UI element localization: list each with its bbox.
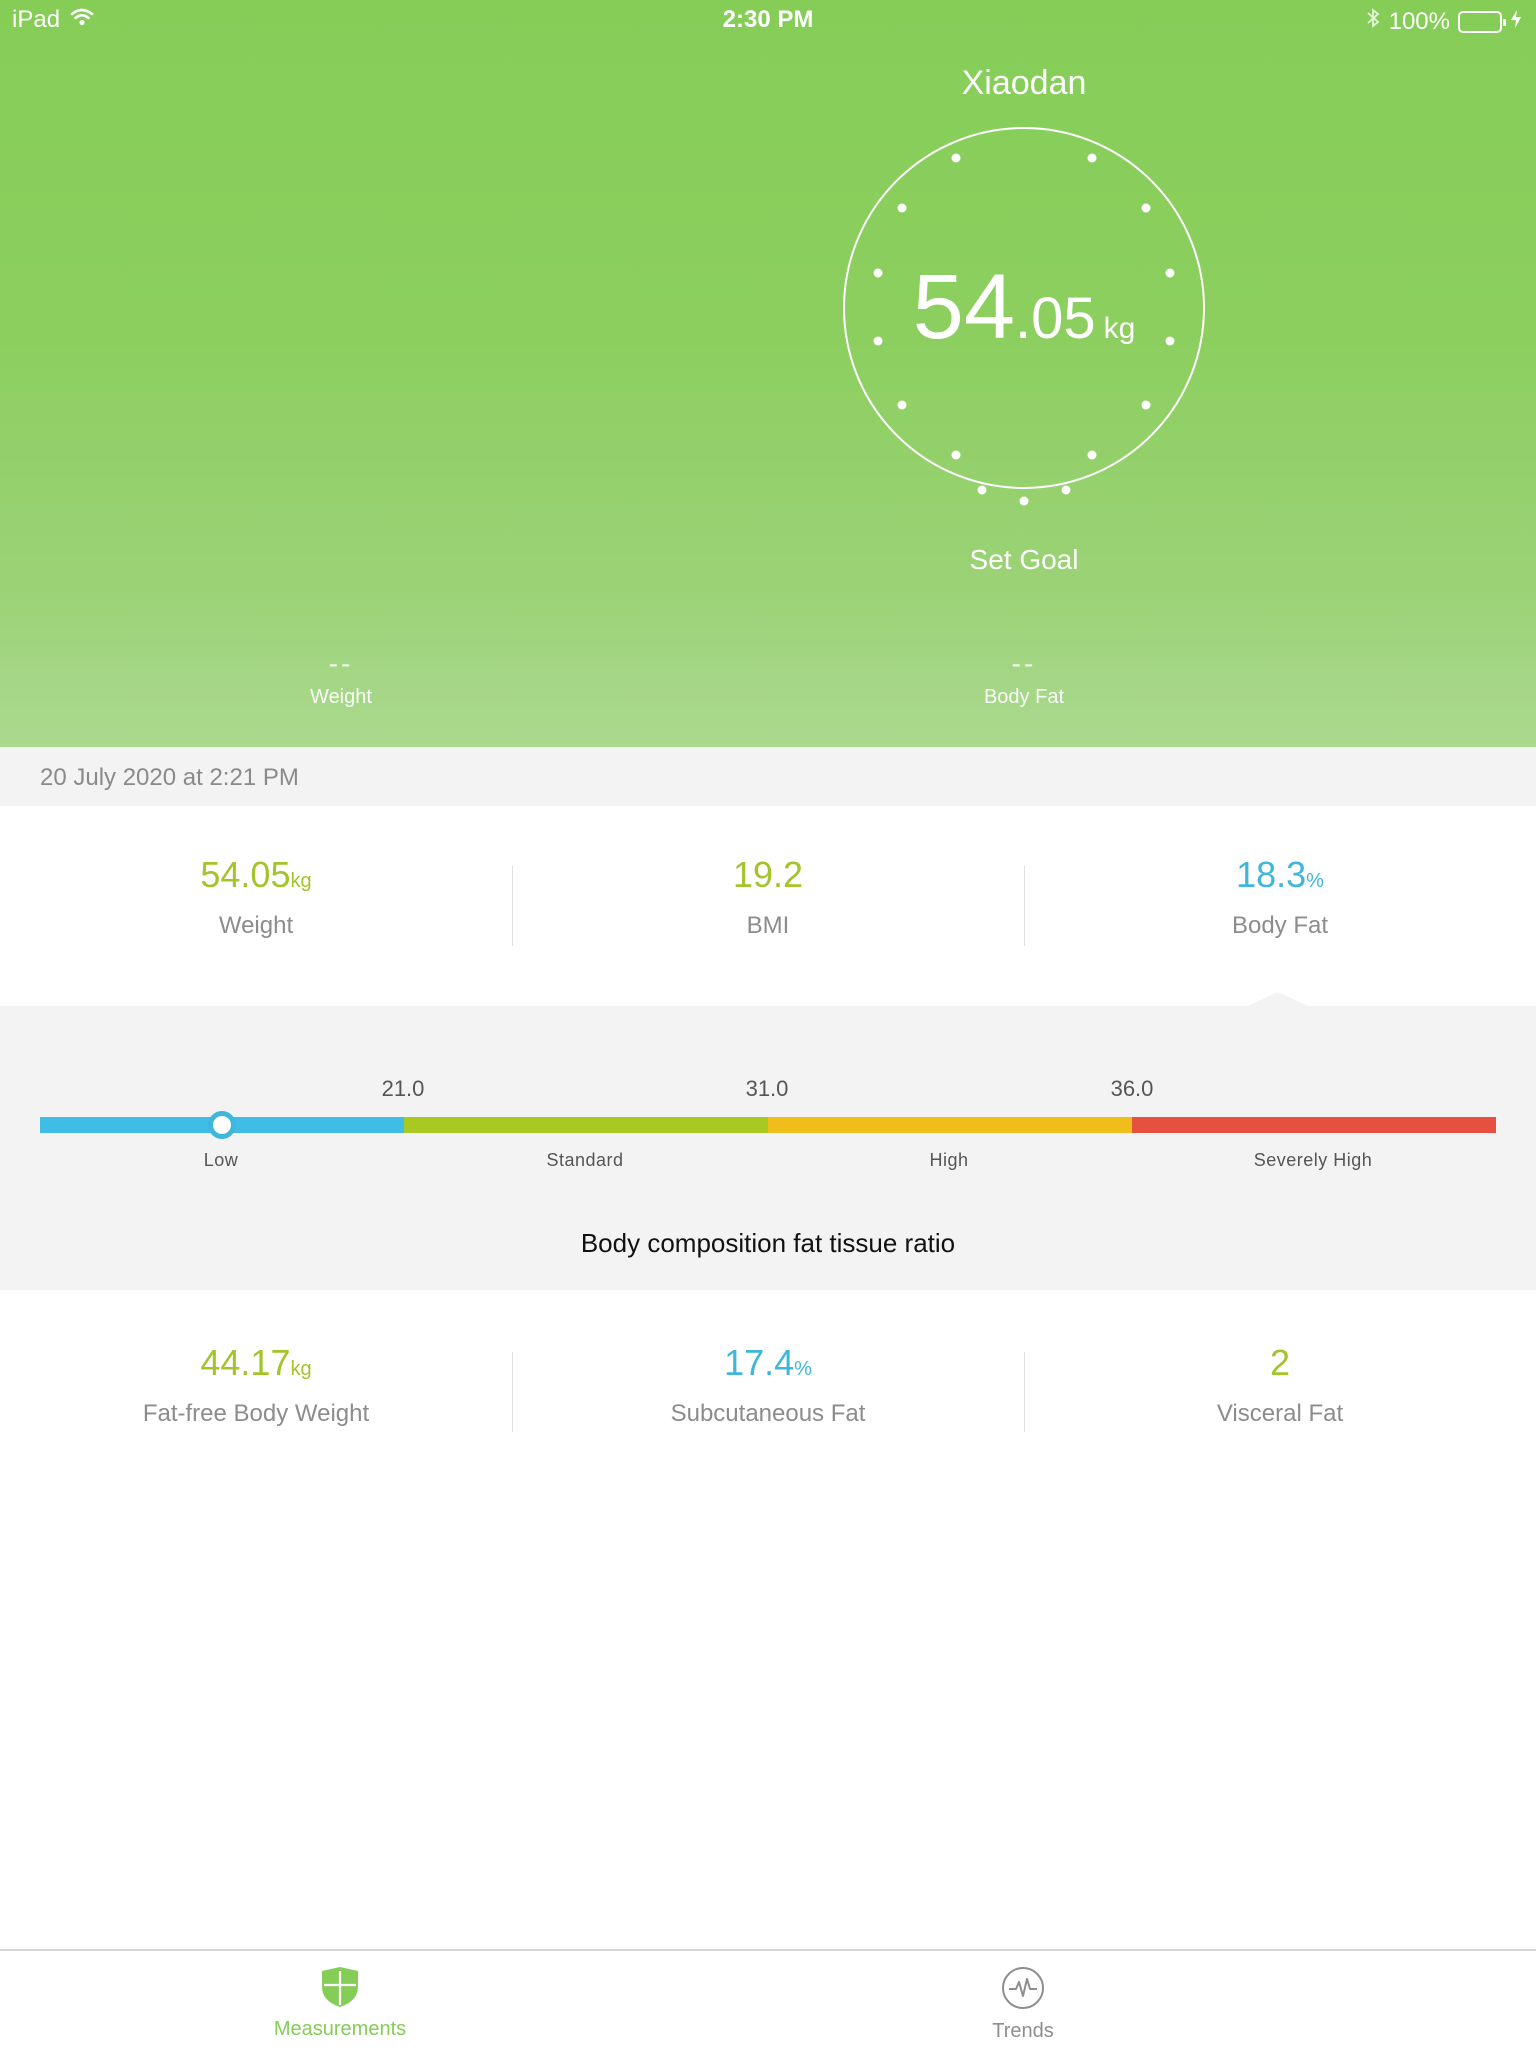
range-segment-standard	[404, 1117, 768, 1133]
summary-body-fat: -- Body Fat	[874, 648, 1174, 709]
summary-fat-label: Body Fat	[983, 686, 1065, 708]
heartbeat-icon	[1000, 1967, 1046, 2015]
metric-body-fat-label: Body Fat	[1231, 912, 1329, 939]
shield-icon	[319, 1967, 361, 2013]
status-time: 2:30 PM	[722, 6, 814, 33]
current-weight: 54.05 kg	[824, 255, 1224, 360]
tab-trends[interactable]: Trends	[873, 1965, 1173, 2043]
threshold-label: 21.0	[381, 1076, 425, 1101]
range-category-label: Low	[203, 1150, 239, 1170]
tab-measurements-label: Measurements	[273, 2018, 407, 2040]
tab-bar: Measurements Trends	[0, 1949, 1536, 2048]
charging-icon	[1510, 8, 1522, 36]
profile-name[interactable]: Xiaodan	[824, 64, 1224, 103]
summary-weight-label: Weight	[310, 686, 372, 708]
range-category-label: High	[929, 1150, 969, 1170]
metric-bmi-value: 19.2	[732, 854, 804, 895]
range-marker	[208, 1111, 236, 1139]
battery-icon	[1458, 10, 1506, 33]
status-bar: iPad 2:30 PM 100%	[0, 0, 1536, 40]
bluetooth-icon	[1365, 6, 1381, 37]
selection-pointer	[1248, 992, 1308, 1006]
metric-body-fat-value: 18.3%	[1236, 854, 1324, 895]
threshold-label: 36.0	[1110, 1076, 1154, 1101]
metric-bmi[interactable]: 19.2 BMI	[512, 854, 1024, 940]
metric-visceral-fat-value: 2	[1269, 1342, 1291, 1383]
tab-trends-label: Trends	[992, 2020, 1054, 2042]
metric-fat-free-weight-label: Fat-free Body Weight	[142, 1400, 370, 1427]
metrics-row-primary: 54.05kg Weight 19.2 BMI 18.3% Body Fat	[0, 806, 1536, 1006]
metric-visceral-fat-label: Visceral Fat	[1216, 1400, 1344, 1427]
range-category-label: Standard	[546, 1150, 624, 1170]
threshold-label: 31.0	[745, 1076, 789, 1101]
range-caption: Body composition fat tissue ratio	[580, 1228, 956, 1258]
weight-header: iPad 2:30 PM 100% Xiaodan 54.05 kg Set G…	[0, 0, 1536, 747]
tab-measurements[interactable]: Measurements	[190, 1965, 490, 2041]
battery-percent: 100%	[1388, 7, 1450, 35]
metric-subcutaneous-fat[interactable]: 17.4% Subcutaneous Fat	[512, 1342, 1024, 1428]
summary-weight: -- Weight	[191, 648, 491, 709]
range-segment-severely-high	[1132, 1117, 1496, 1133]
metric-weight-value: 54.05kg	[200, 854, 312, 895]
metric-subcutaneous-fat-label: Subcutaneous Fat	[670, 1400, 866, 1427]
metric-fat-free-weight[interactable]: 44.17kg Fat-free Body Weight	[0, 1342, 512, 1428]
metric-weight-label: Weight	[218, 912, 294, 939]
summary-fat-value: --	[1011, 648, 1037, 679]
range-segment-high	[768, 1117, 1132, 1133]
metric-body-fat[interactable]: 18.3% Body Fat	[1024, 854, 1536, 940]
measurement-date-bar: 20 July 2020 at 2:21 PM	[0, 747, 1536, 806]
metrics-row-secondary: 44.17kg Fat-free Body Weight 17.4% Subcu…	[0, 1290, 1536, 1460]
set-goal-button[interactable]: Set Goal	[824, 544, 1224, 576]
metric-bmi-label: BMI	[746, 912, 790, 939]
metric-subcutaneous-fat-value: 17.4%	[724, 1342, 812, 1383]
weight-unit: kg	[1103, 312, 1136, 345]
body-fat-range-panel: 21.0 31.0 36.0 Low Standard High Severel…	[0, 992, 1536, 1290]
weight-integer: 54	[912, 256, 1015, 358]
metric-visceral-fat[interactable]: 2 Visceral Fat	[1024, 1342, 1536, 1428]
summary-weight-value: --	[328, 648, 354, 679]
status-right: 100%	[1365, 6, 1522, 37]
metric-fat-free-weight-value: 44.17kg	[200, 1342, 312, 1383]
metric-weight[interactable]: 54.05kg Weight	[0, 854, 512, 940]
range-category-label: Severely High	[1253, 1150, 1373, 1170]
measurement-date: 20 July 2020 at 2:21 PM	[40, 764, 299, 791]
weight-decimal: .05	[1015, 286, 1096, 351]
